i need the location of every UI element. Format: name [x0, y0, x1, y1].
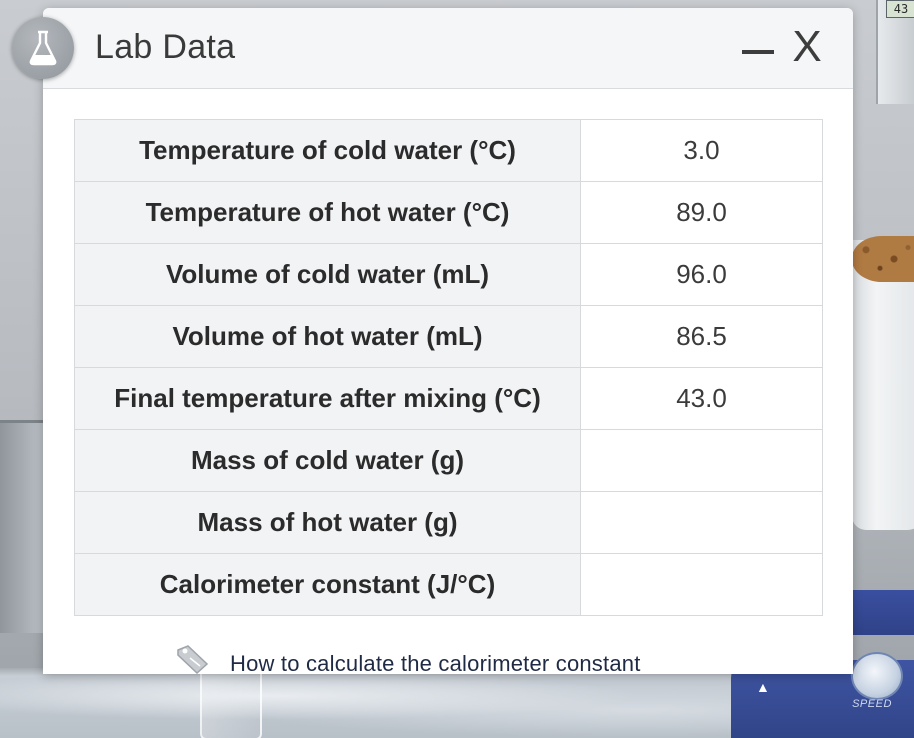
row-label: Final temperature after mixing (°C) — [74, 367, 581, 430]
calorimeter-help-link[interactable]: How to calculate the calorimeter constan… — [230, 651, 641, 674]
lab-data-dialog: Lab Data X Temperature of cold water (°C… — [43, 8, 853, 674]
table-row: Mass of cold water (g) — [74, 429, 823, 492]
cork-lid[interactable] — [852, 236, 914, 282]
probe-readout: 43 — [886, 0, 914, 18]
dialog-header: Lab Data X — [43, 8, 853, 89]
table-row: Calorimeter constant (J/°C) — [74, 553, 823, 616]
row-label: Volume of cold water (mL) — [74, 243, 581, 306]
flask-icon — [29, 30, 57, 66]
table-row: Final temperature after mixing (°C) 43.0 — [74, 367, 823, 430]
minimize-icon — [742, 50, 774, 54]
row-label: Volume of hot water (mL) — [74, 305, 581, 368]
row-value[interactable] — [580, 553, 823, 616]
speed-label: SPEED — [852, 698, 892, 710]
row-value[interactable] — [580, 429, 823, 492]
dialog-title: Lab Data — [95, 28, 236, 66]
row-label: Mass of hot water (g) — [74, 491, 581, 554]
table-row: Temperature of cold water (°C) 3.0 — [74, 119, 823, 182]
warning-icon: ▲ — [756, 679, 770, 695]
table-row: Volume of cold water (mL) 96.0 — [74, 243, 823, 306]
row-label: Calorimeter constant (J/°C) — [74, 553, 581, 616]
row-label: Temperature of hot water (°C) — [74, 181, 581, 244]
row-value[interactable]: 3.0 — [580, 119, 823, 182]
row-label: Mass of cold water (g) — [74, 429, 581, 492]
speed-knob[interactable] — [851, 652, 903, 700]
row-value[interactable]: 86.5 — [580, 305, 823, 368]
calorimeter-cup[interactable] — [852, 240, 914, 530]
lab-data-badge — [12, 17, 74, 79]
table-row: Mass of hot water (g) — [74, 491, 823, 554]
close-button[interactable]: X — [789, 24, 825, 70]
row-value[interactable]: 89.0 — [580, 181, 823, 244]
table-row: Volume of hot water (mL) 86.5 — [74, 305, 823, 368]
row-label: Temperature of cold water (°C) — [74, 119, 581, 182]
row-value[interactable]: 96.0 — [580, 243, 823, 306]
minimize-button[interactable] — [740, 26, 776, 70]
tag-icon — [176, 644, 210, 674]
stir-plate-rim — [852, 590, 914, 635]
row-value[interactable]: 43.0 — [580, 367, 823, 430]
table-row: Temperature of hot water (°C) 89.0 — [74, 181, 823, 244]
lab-data-table: Temperature of cold water (°C) 3.0 Tempera… — [74, 119, 823, 616]
graduated-cylinder[interactable] — [200, 672, 262, 738]
row-value[interactable] — [580, 491, 823, 554]
